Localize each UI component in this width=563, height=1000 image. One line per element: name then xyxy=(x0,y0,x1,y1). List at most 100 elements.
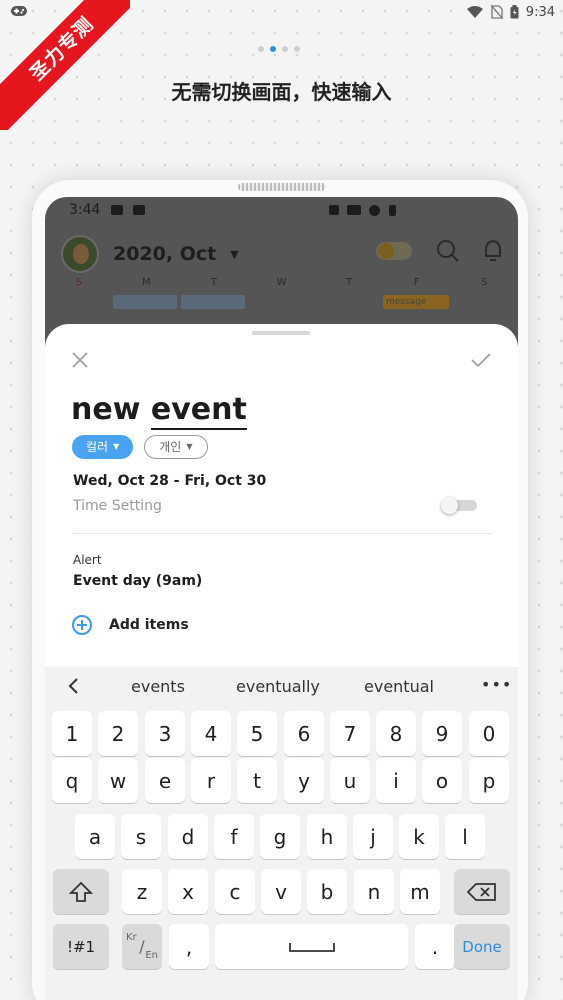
suggestion-item[interactable]: eventually xyxy=(236,677,320,696)
corner-ribbon: 圣力专测 xyxy=(0,0,130,130)
chevron-down-icon: ▼ xyxy=(113,442,120,451)
shift-key[interactable] xyxy=(53,869,109,914)
key-1[interactable]: 1 xyxy=(52,711,92,756)
key-z[interactable]: z xyxy=(122,869,162,914)
weekday-label: W xyxy=(276,277,287,288)
comma-key[interactable]: , xyxy=(169,924,209,969)
backspace-icon xyxy=(467,882,496,901)
key-l[interactable]: l xyxy=(445,814,485,859)
page-dot xyxy=(282,46,288,52)
date-range[interactable]: Wed, Oct 28 - Fri, Oct 30 xyxy=(73,473,266,489)
language-key[interactable]: Kr / En xyxy=(122,924,162,969)
key-f[interactable]: f xyxy=(214,814,254,859)
close-button[interactable] xyxy=(67,347,93,373)
close-icon xyxy=(72,352,88,368)
inner-status-time: 3:44 xyxy=(69,202,101,218)
calendar-select-label: 개인 xyxy=(159,440,182,454)
backspace-key[interactable] xyxy=(454,869,510,914)
calendar-month-title[interactable]: 2020, Oct xyxy=(113,243,216,265)
key-p[interactable]: p xyxy=(469,758,509,803)
space-key[interactable] xyxy=(215,924,408,969)
key-e[interactable]: e xyxy=(145,758,185,803)
color-chip[interactable]: 컬러 ▼ xyxy=(72,435,134,459)
calendar-event-chip[interactable]: message xyxy=(383,295,449,309)
key-o[interactable]: o xyxy=(422,758,462,803)
video-icon xyxy=(111,205,123,215)
key-n[interactable]: n xyxy=(354,869,394,914)
more-icon[interactable]: ••• xyxy=(481,675,512,694)
page-dot xyxy=(258,46,264,52)
event-title-input[interactable]: new event xyxy=(71,392,247,430)
chevron-down-icon: ▼ xyxy=(186,442,193,451)
alert-value[interactable]: Event day (9am) xyxy=(73,573,202,589)
chevron-down-icon[interactable]: ▼ xyxy=(230,248,238,261)
key-b[interactable]: b xyxy=(307,869,347,914)
key-i[interactable]: i xyxy=(376,758,416,803)
key-j[interactable]: j xyxy=(353,814,393,859)
sticker-toggle-icon[interactable] xyxy=(374,239,414,263)
key-v[interactable]: v xyxy=(261,869,301,914)
block-icon xyxy=(369,205,380,216)
alert-label: Alert xyxy=(73,553,102,567)
chevron-left-icon[interactable] xyxy=(65,676,83,696)
battery-icon xyxy=(389,205,396,216)
time-setting-label: Time Setting xyxy=(73,498,162,514)
key-g[interactable]: g xyxy=(260,814,300,859)
suggestion-item[interactable]: eventual xyxy=(364,677,434,696)
suggestion-bar: events eventually eventual ••• xyxy=(45,667,518,707)
key-2[interactable]: 2 xyxy=(98,711,138,756)
divider xyxy=(73,533,491,534)
color-chip-label: 컬러 xyxy=(86,440,109,454)
key-y[interactable]: y xyxy=(284,758,324,803)
confirm-button[interactable] xyxy=(468,347,494,373)
calendar-toolbar xyxy=(374,239,504,263)
avatar[interactable] xyxy=(61,235,99,273)
lang-en-label: En xyxy=(145,950,158,961)
weekday-row: S M T W T F S xyxy=(45,277,518,288)
image-icon xyxy=(133,205,145,215)
battery-icon xyxy=(510,5,519,19)
key-a[interactable]: a xyxy=(75,814,115,859)
key-0[interactable]: 0 xyxy=(469,711,509,756)
key-x[interactable]: x xyxy=(168,869,208,914)
key-9[interactable]: 9 xyxy=(422,711,462,756)
time-setting-toggle[interactable] xyxy=(441,497,477,514)
lang-kr-label: Kr xyxy=(126,932,137,943)
sheet-drag-handle[interactable] xyxy=(252,331,310,335)
key-k[interactable]: k xyxy=(399,814,439,859)
weekday-label: T xyxy=(346,277,353,288)
event-title-composing-word: event xyxy=(150,392,247,430)
calendar-event-chip[interactable] xyxy=(181,295,245,309)
mute-icon xyxy=(329,205,339,215)
key-s[interactable]: s xyxy=(121,814,161,859)
key-7[interactable]: 7 xyxy=(330,711,370,756)
key-6[interactable]: 6 xyxy=(284,711,324,756)
add-items-button[interactable]: Add items xyxy=(71,614,189,636)
key-h[interactable]: h xyxy=(307,814,347,859)
suggestion-item[interactable]: events xyxy=(131,677,185,696)
add-items-label: Add items xyxy=(109,617,189,633)
plus-circle-icon xyxy=(72,615,92,635)
key-q[interactable]: q xyxy=(52,758,92,803)
key-3[interactable]: 3 xyxy=(145,711,185,756)
key-r[interactable]: r xyxy=(191,758,231,803)
done-key[interactable]: Done xyxy=(454,924,510,969)
key-m[interactable]: m xyxy=(400,869,440,914)
key-5[interactable]: 5 xyxy=(237,711,277,756)
key-u[interactable]: u xyxy=(330,758,370,803)
calendar-event-chip[interactable] xyxy=(113,295,177,309)
search-icon[interactable] xyxy=(436,239,460,263)
page-dot-active xyxy=(270,46,276,52)
period-key[interactable]: . xyxy=(415,924,455,969)
key-8[interactable]: 8 xyxy=(376,711,416,756)
key-d[interactable]: d xyxy=(168,814,208,859)
key-w[interactable]: w xyxy=(98,758,138,803)
key-c[interactable]: c xyxy=(215,869,255,914)
symbols-key[interactable]: !#1 xyxy=(53,924,109,969)
ribbon-label: 圣力专测 xyxy=(0,0,130,130)
key-t[interactable]: t xyxy=(237,758,277,803)
key-4[interactable]: 4 xyxy=(191,711,231,756)
calendar-select-chip[interactable]: 개인 ▼ xyxy=(144,435,208,459)
bell-icon[interactable] xyxy=(482,239,504,263)
weekday-label: S xyxy=(481,277,488,288)
